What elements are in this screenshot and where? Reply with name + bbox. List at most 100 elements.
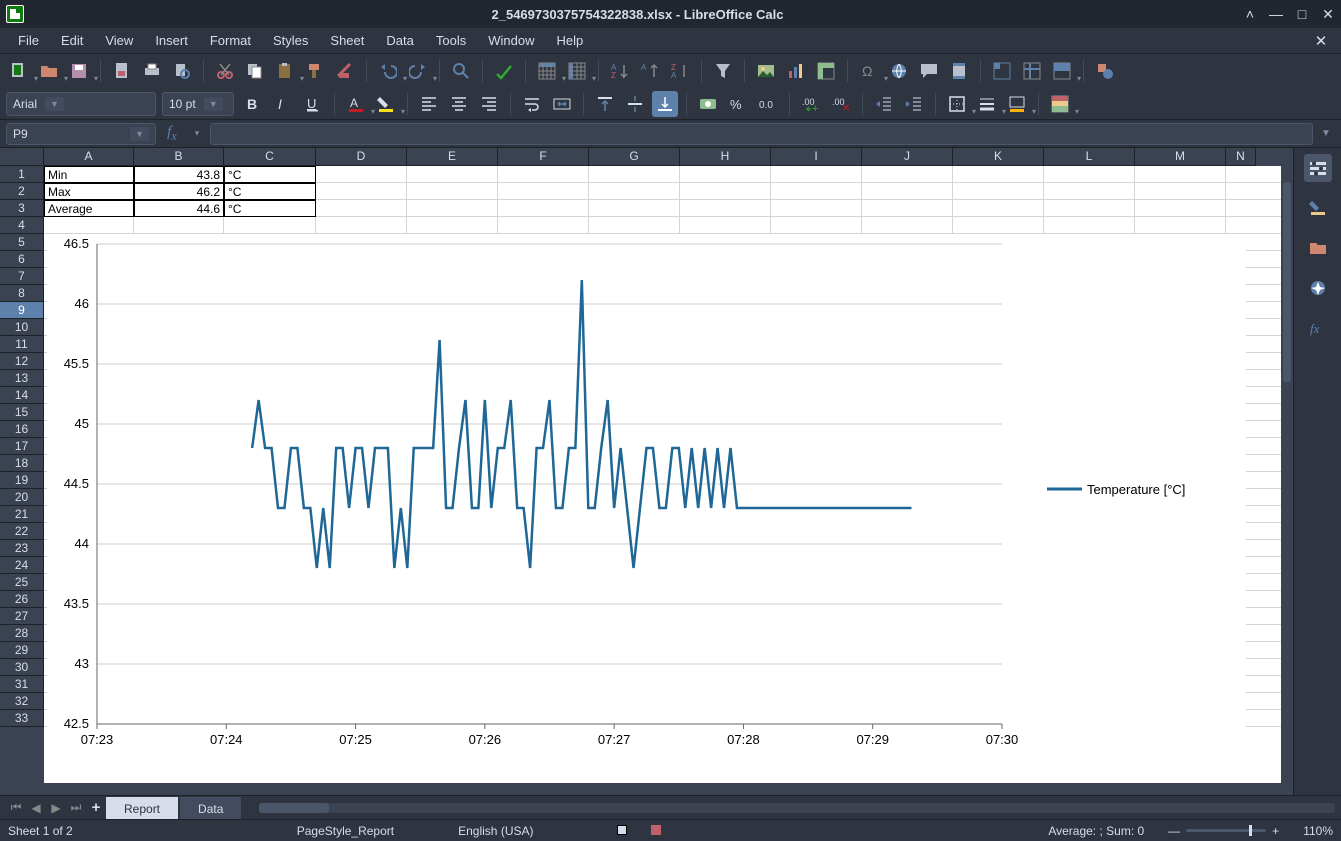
sort-asc-button[interactable]: AZ: [607, 58, 633, 84]
col-header[interactable]: M: [1135, 148, 1226, 166]
increase-indent-button[interactable]: [901, 91, 927, 117]
row-header[interactable]: 25: [0, 574, 44, 591]
tab-first-button[interactable]: ⏮: [6, 800, 26, 815]
row-header[interactable]: 3: [0, 200, 44, 217]
row-header[interactable]: 2: [0, 183, 44, 200]
define-range-button[interactable]: [989, 58, 1015, 84]
font-size-combo[interactable]: 10 pt▼: [162, 92, 234, 116]
col-header[interactable]: I: [771, 148, 862, 166]
align-right-button[interactable]: [476, 91, 502, 117]
insert-image-button[interactable]: [753, 58, 779, 84]
find-button[interactable]: [448, 58, 474, 84]
undo-button[interactable]: [375, 58, 401, 84]
border-color-button[interactable]: [1004, 91, 1030, 117]
split-window-button[interactable]: [1049, 58, 1075, 84]
col-header[interactable]: A: [44, 148, 134, 166]
insert-pivot-button[interactable]: [813, 58, 839, 84]
menu-edit[interactable]: Edit: [51, 30, 93, 51]
highlight-button[interactable]: [373, 91, 399, 117]
row-header[interactable]: 32: [0, 693, 44, 710]
add-sheet-button[interactable]: +: [86, 799, 106, 816]
remove-decimal-button[interactable]: .00×: [828, 91, 854, 117]
align-middle-button[interactable]: [622, 91, 648, 117]
sidebar-functions-button[interactable]: fx: [1304, 314, 1332, 342]
function-wizard-button[interactable]: fx: [160, 124, 184, 144]
row-header[interactable]: 12: [0, 353, 44, 370]
col-header[interactable]: F: [498, 148, 589, 166]
row-header[interactable]: 16: [0, 421, 44, 438]
row-header[interactable]: 6: [0, 251, 44, 268]
row-header[interactable]: 20: [0, 489, 44, 506]
save-button[interactable]: [66, 58, 92, 84]
row-header[interactable]: 15: [0, 404, 44, 421]
window-maximize-icon[interactable]: □: [1295, 7, 1309, 21]
underline-button[interactable]: U: [300, 91, 326, 117]
row-header[interactable]: 17: [0, 438, 44, 455]
currency-button[interactable]: [695, 91, 721, 117]
col-header[interactable]: H: [680, 148, 771, 166]
cut-button[interactable]: [212, 58, 238, 84]
row-header[interactable]: 22: [0, 523, 44, 540]
col-header[interactable]: J: [862, 148, 953, 166]
headers-footers-button[interactable]: [946, 58, 972, 84]
cond-format-button[interactable]: [1047, 91, 1073, 117]
clone-formatting-button[interactable]: [302, 58, 328, 84]
tab-last-button[interactable]: ⏭: [66, 800, 86, 815]
row-header[interactable]: 14: [0, 387, 44, 404]
col-header[interactable]: D: [316, 148, 407, 166]
bold-button[interactable]: B: [240, 91, 266, 117]
status-language[interactable]: English (USA): [458, 824, 533, 838]
status-selection-mode[interactable]: [651, 824, 661, 838]
status-page-style[interactable]: PageStyle_Report: [297, 824, 394, 838]
row-header[interactable]: 19: [0, 472, 44, 489]
row-button[interactable]: [534, 58, 560, 84]
font-name-combo[interactable]: Arial▼: [6, 92, 156, 116]
font-color-button[interactable]: A: [343, 91, 369, 117]
zoom-slider[interactable]: —+: [1168, 824, 1279, 838]
show-draw-button[interactable]: [1092, 58, 1118, 84]
freeze-button[interactable]: [1019, 58, 1045, 84]
status-summary[interactable]: Average: ; Sum: 0: [1048, 824, 1144, 838]
menu-sheet[interactable]: Sheet: [320, 30, 374, 51]
row-header[interactable]: 13: [0, 370, 44, 387]
menu-styles[interactable]: Styles: [263, 30, 318, 51]
row-header[interactable]: 33: [0, 710, 44, 727]
col-header[interactable]: G: [589, 148, 680, 166]
tab-next-button[interactable]: ▶: [46, 801, 66, 815]
menu-help[interactable]: Help: [546, 30, 593, 51]
row-header[interactable]: 11: [0, 336, 44, 353]
row-header[interactable]: 31: [0, 676, 44, 693]
row-header[interactable]: 26: [0, 591, 44, 608]
insert-chart-button[interactable]: [783, 58, 809, 84]
col-header[interactable]: C: [224, 148, 316, 166]
menu-file[interactable]: File: [8, 30, 49, 51]
align-bottom-button[interactable]: [652, 91, 678, 117]
sort-za-button[interactable]: ZA: [667, 58, 693, 84]
column-button[interactable]: [564, 58, 590, 84]
align-left-button[interactable]: [416, 91, 442, 117]
status-insert-mode[interactable]: [617, 824, 627, 838]
insert-hyperlink-button[interactable]: [886, 58, 912, 84]
number-button[interactable]: 0.0: [755, 91, 781, 117]
merge-cells-button[interactable]: [549, 91, 575, 117]
print-button[interactable]: [139, 58, 165, 84]
window-keep-above-icon[interactable]: ˄: [1243, 7, 1257, 21]
row-header[interactable]: 29: [0, 642, 44, 659]
sort-desc-button[interactable]: A: [637, 58, 663, 84]
sidebar-navigator-button[interactable]: [1304, 274, 1332, 302]
border-style-button[interactable]: [974, 91, 1000, 117]
copy-button[interactable]: [242, 58, 268, 84]
col-header[interactable]: L: [1044, 148, 1135, 166]
row-header[interactable]: 24: [0, 557, 44, 574]
cell-grid[interactable]: Min43.8°CMax46.2°CAverage44.6°C 42.54343…: [44, 166, 1293, 783]
insert-comment-button[interactable]: [916, 58, 942, 84]
menu-view[interactable]: View: [95, 30, 143, 51]
select-all-corner[interactable]: [0, 148, 44, 166]
window-close-icon[interactable]: ✕: [1321, 7, 1335, 21]
horizontal-scrollbar[interactable]: [0, 783, 1293, 795]
sheet-tab-report[interactable]: Report: [106, 797, 178, 819]
row-header[interactable]: 27: [0, 608, 44, 625]
row-header[interactable]: 18: [0, 455, 44, 472]
expand-formula-bar-button[interactable]: ▼: [1317, 128, 1335, 139]
window-minimize-icon[interactable]: —: [1269, 7, 1283, 21]
